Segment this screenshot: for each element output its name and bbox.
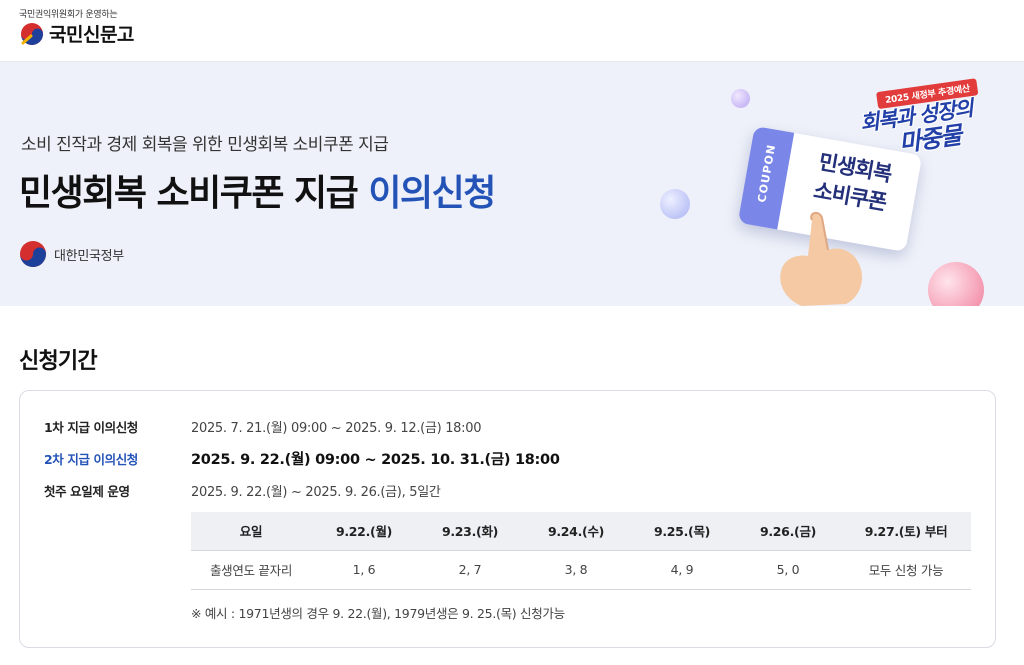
hero-banner: 소비 진작과 경제 회복을 위한 민생회복 소비쿠폰 지급 민생회복 소비쿠폰 … [0, 62, 1024, 306]
period-row-2: 2차 지급 이의신청 2025. 9. 22.(월) 09:00 ~ 2025.… [44, 447, 560, 469]
table-header-cell: 9.26.(금) [735, 512, 841, 551]
hand-icon [780, 212, 862, 306]
government-name: 대한민국정부 [54, 248, 124, 264]
page-title-main: 민생회복 소비쿠폰 지급 [19, 173, 359, 214]
application-period-card: 1차 지급 이의신청 2025. 7. 21.(월) 09:00 ~ 2025.… [19, 390, 996, 648]
table-cell: 5, 0 [735, 550, 841, 590]
table-header-cell: 9.22.(월) [311, 512, 417, 551]
weekday-schedule-table: 요일 9.22.(월) 9.23.(화) 9.24.(수) 9.25.(목) 9… [191, 512, 971, 590]
taegeuk-icon [20, 241, 46, 267]
period-value: 2025. 9. 22.(월) 09:00 ~ 2025. 10. 31.(금)… [191, 451, 560, 468]
page-title: 민생회복 소비쿠폰 지급 이의신청 [19, 164, 496, 216]
period-value: 2025. 7. 21.(월) 09:00 ~ 2025. 9. 12.(금) … [191, 420, 482, 436]
page-title-accent: 이의신청 [368, 173, 496, 214]
period-label: 첫주 요일제 운영 [44, 483, 130, 499]
table-cell: 3, 8 [523, 550, 629, 590]
decorative-bubble [731, 89, 750, 108]
table-row: 출생연도 끝자리 1, 6 2, 7 3, 8 4, 9 5, 0 모두 신청 … [191, 550, 971, 590]
period-label: 1차 지급 이의신청 [44, 419, 138, 435]
period-row-3: 첫주 요일제 운영 2025. 9. 22.(월) ~ 2025. 9. 26.… [44, 479, 441, 501]
decorative-bubble [928, 262, 984, 306]
table-cell: 4, 9 [629, 550, 735, 590]
period-value: 2025. 9. 22.(월) ~ 2025. 9. 26.(금), 5일간 [191, 484, 441, 500]
site-logo[interactable]: 국민신문고 [19, 20, 134, 47]
budget-badge: 2025 새정부 추경예산 회복과 성장의 마중물 [846, 71, 1014, 163]
period-label: 2차 지급 이의신청 [44, 451, 138, 467]
government-mark: 대한민국정부 [19, 240, 124, 268]
table-header-cell: 9.24.(수) [523, 512, 629, 551]
table-header-cell: 9.27.(토) 부터 [841, 512, 971, 551]
table-cell: 출생연도 끝자리 [191, 550, 311, 590]
table-header-cell: 요일 [191, 512, 311, 551]
table-header-cell: 9.25.(목) [629, 512, 735, 551]
logo-name: 국민신문고 [49, 24, 134, 46]
example-note: ※ 예시 : 1971년생의 경우 9. 22.(월), 1979년생은 9. … [191, 606, 565, 621]
table-cell: 1, 6 [311, 550, 417, 590]
table-cell: 2, 7 [417, 550, 523, 590]
decorative-bubble [660, 189, 690, 219]
logo-subtitle: 국민권익위원회가 운영하는 [19, 10, 118, 20]
table-header-row: 요일 9.22.(월) 9.23.(화) 9.24.(수) 9.25.(목) 9… [191, 512, 971, 551]
section-title: 신청기간 [19, 349, 98, 374]
table-header-cell: 9.23.(화) [417, 512, 523, 551]
taegeuk-brush-icon [21, 22, 43, 45]
banner-subtitle: 소비 진작과 경제 회복을 위한 민생회복 소비쿠폰 지급 [21, 135, 389, 155]
site-header: 국민권익위원회가 운영하는 국민신문고 [0, 0, 1024, 62]
table-cell: 모두 신청 가능 [841, 550, 971, 590]
period-row-1: 1차 지급 이의신청 2025. 7. 21.(월) 09:00 ~ 2025.… [44, 415, 481, 437]
